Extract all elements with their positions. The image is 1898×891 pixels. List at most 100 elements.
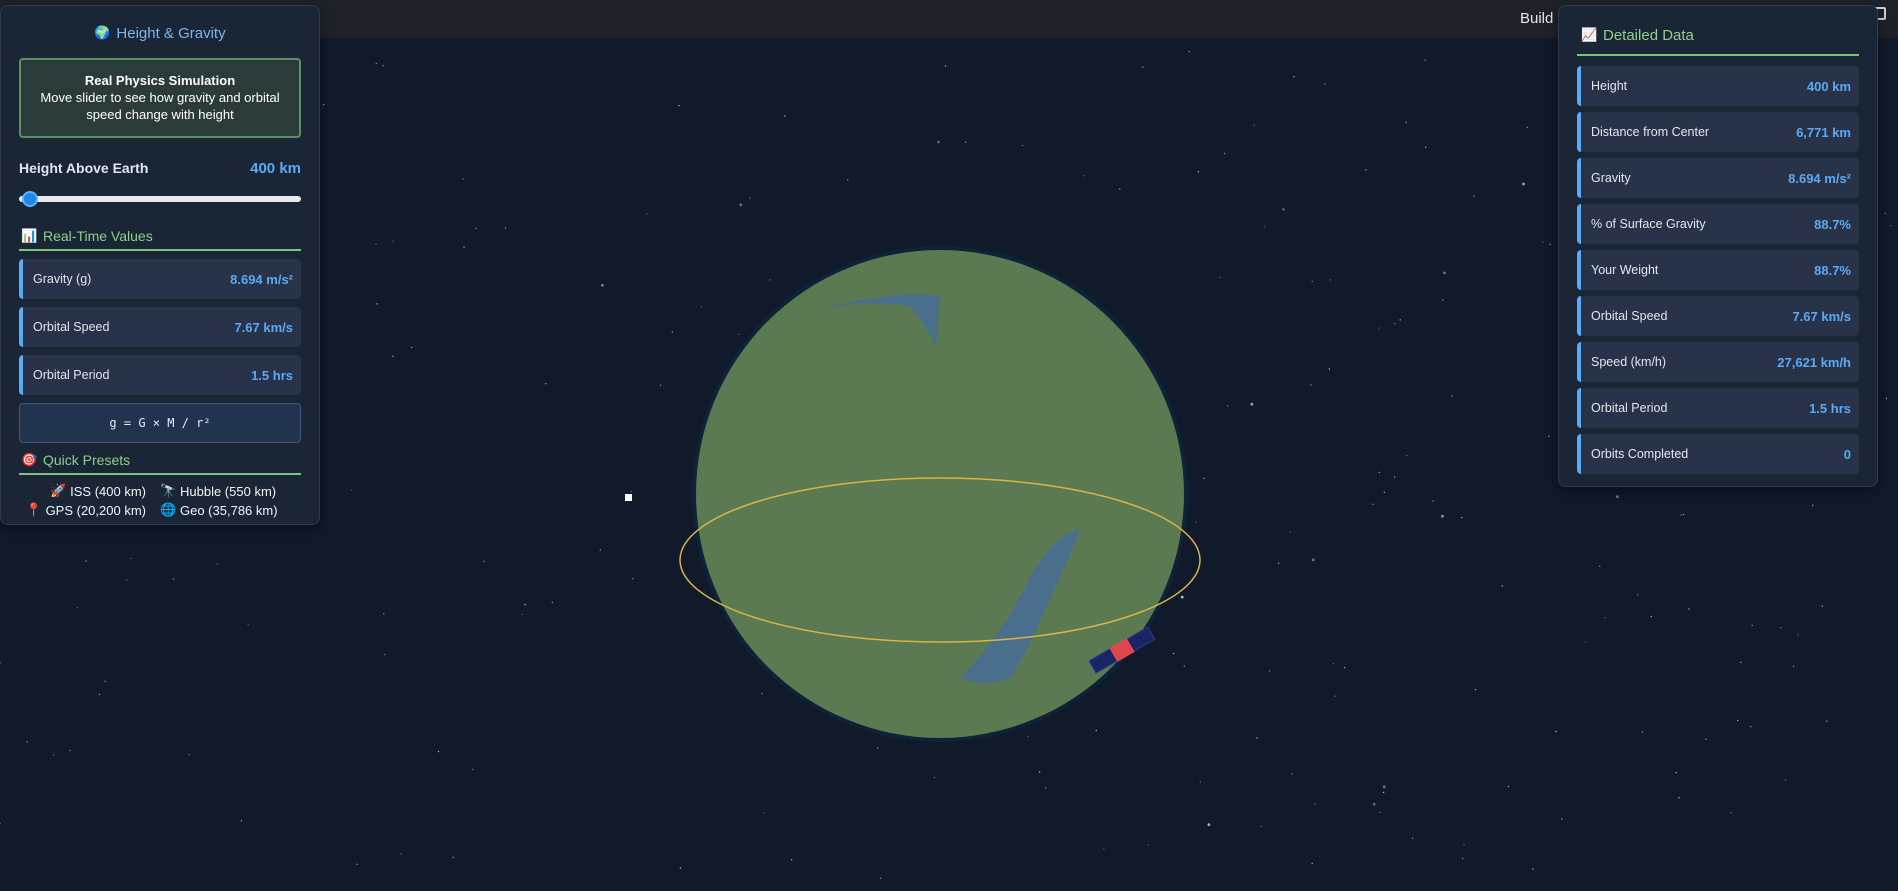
star (1637, 594, 1639, 596)
star (1461, 516, 1463, 519)
star (392, 240, 394, 242)
star (351, 489, 353, 491)
star (659, 384, 662, 386)
preset-hubble[interactable]: 🔭 Hubble (550 km) (160, 483, 301, 499)
moon-marker (625, 494, 632, 501)
star (1821, 605, 1824, 607)
preset-label: Geo (35,786 km) (180, 502, 278, 518)
slider-thumb[interactable] (22, 191, 38, 207)
star (1650, 615, 1653, 618)
star (1393, 476, 1396, 478)
star (1172, 652, 1175, 655)
star (1561, 818, 1563, 820)
row-label: Your Weight (1591, 263, 1659, 277)
left-panel-title: 🌍 Height & Gravity (19, 22, 301, 44)
star (1584, 641, 1587, 643)
row-value: 88.7% (1814, 262, 1851, 278)
preset-geo[interactable]: 🌐 Geo (35,786 km) (160, 502, 301, 518)
star (1334, 695, 1336, 697)
build-button[interactable]: Build (1508, 5, 1565, 33)
star (1343, 666, 1346, 669)
row-label: Height (1591, 79, 1628, 93)
row-value: 0 (1843, 446, 1851, 462)
data-row-orbital-period: Orbital Period 1.5 hrs (1577, 388, 1859, 428)
star (172, 578, 175, 580)
star (1044, 787, 1047, 789)
height-slider[interactable] (19, 191, 301, 207)
star (472, 768, 474, 771)
star (85, 560, 87, 562)
star (1780, 627, 1782, 629)
star (188, 754, 190, 756)
star (749, 197, 751, 199)
star (1432, 500, 1434, 502)
star (1473, 195, 1475, 197)
star (599, 549, 601, 551)
star (1253, 124, 1255, 126)
star (1195, 521, 1197, 523)
star (1293, 76, 1295, 78)
star (1730, 812, 1732, 814)
star (678, 104, 680, 107)
star (1119, 188, 1121, 190)
star (1884, 212, 1887, 214)
star (483, 560, 485, 562)
star (475, 227, 477, 229)
row-label: Orbital Speed (33, 320, 110, 334)
row-value: 6,771 km (1796, 124, 1851, 140)
star (1223, 152, 1226, 155)
row-label: Gravity (g) (33, 272, 92, 286)
preset-label: GPS (20,200 km) (45, 502, 146, 518)
preset-iss[interactable]: 🚀 ISS (400 km) (50, 483, 160, 499)
row-value: 7.67 km/s (1792, 308, 1851, 324)
star (1812, 504, 1814, 506)
star (1394, 323, 1396, 325)
star (1264, 226, 1266, 228)
star (26, 741, 28, 743)
star (1463, 844, 1465, 846)
info-text: Move slider to see how gravity and orbit… (40, 90, 280, 122)
star (1406, 454, 1408, 457)
star (1526, 126, 1529, 128)
slider-track[interactable] (19, 196, 301, 202)
star (1641, 731, 1644, 733)
row-value: 400 km (1806, 78, 1851, 94)
row-value: 1.5 hrs (251, 367, 293, 383)
left-panel-title-text: Height & Gravity (116, 24, 226, 42)
star (1328, 368, 1331, 370)
row-value: 7.67 km/s (234, 319, 293, 335)
star (739, 203, 743, 207)
preset-label: ISS (400 km) (70, 483, 146, 499)
star (1675, 772, 1677, 774)
row-label: Orbital Period (33, 368, 110, 382)
star (1203, 477, 1205, 480)
data-row-speed-kmh: Speed (km/h) 27,621 km/h (1577, 342, 1859, 382)
star (1103, 848, 1105, 850)
star (1443, 271, 1446, 275)
star (1147, 844, 1150, 846)
star (1332, 663, 1335, 665)
star (452, 856, 454, 859)
star (877, 747, 879, 749)
star (1548, 435, 1550, 437)
data-row-weight: Your Weight 88.7% (1577, 250, 1859, 290)
star (1792, 665, 1795, 668)
star (126, 579, 128, 581)
rocket-icon: 🚀 (50, 483, 67, 498)
star (1268, 670, 1271, 672)
row-value: 1.5 hrs (1809, 400, 1851, 416)
star (630, 490, 632, 493)
star (671, 331, 673, 333)
row-label: Speed (km/h) (1591, 355, 1667, 369)
star (937, 140, 940, 144)
star (1405, 121, 1407, 124)
right-panel-title-text: Detailed Data (1603, 26, 1694, 44)
star (383, 613, 385, 615)
row-label: Gravity (1591, 171, 1631, 185)
star (521, 613, 523, 616)
star (1289, 531, 1291, 533)
star (1797, 634, 1799, 636)
star (1197, 171, 1200, 173)
preset-gps[interactable]: 📍 GPS (20,200 km) (26, 502, 160, 518)
star (1441, 514, 1444, 518)
